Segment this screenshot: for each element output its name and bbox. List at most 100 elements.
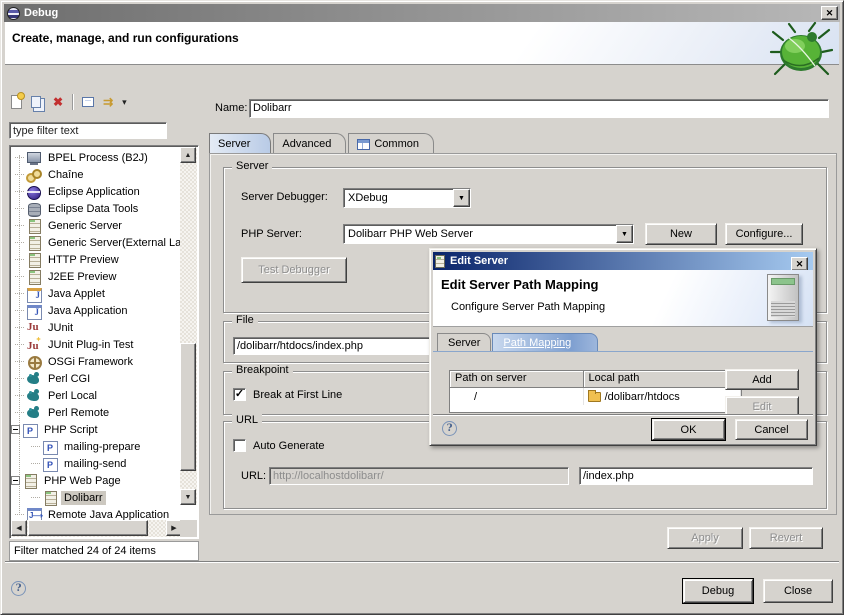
- tree-guide-line: [15, 225, 24, 226]
- url-label: URL:: [241, 470, 266, 482]
- column-header-path-on-server[interactable]: Path on server: [450, 371, 584, 388]
- scroll-up-arrow-icon[interactable]: ▲: [180, 147, 196, 163]
- name-input[interactable]: Dolibarr: [249, 99, 829, 118]
- launch-toolbar: [11, 93, 127, 111]
- tree-item-junit[interactable]: JUnit: [11, 319, 182, 336]
- tree-item-generic-server-external-la[interactable]: Generic Server(External La: [11, 234, 182, 251]
- tree-item-http-preview[interactable]: HTTP Preview: [11, 251, 182, 268]
- tree-guide-line: [15, 191, 24, 192]
- tree-item-label: Generic Server: [45, 219, 125, 233]
- php-icon: [42, 439, 58, 455]
- tab-advanced[interactable]: Advanced: [273, 133, 346, 154]
- tree-item-mailing-send[interactable]: mailing-send: [11, 455, 182, 472]
- configure-server-button[interactable]: Configure...: [725, 223, 803, 245]
- dialog-tabbar: Server Path Mapping: [433, 333, 813, 352]
- dialog-title: Edit Server: [450, 255, 508, 267]
- apply-button[interactable]: Apply: [667, 527, 743, 549]
- window-titlebar[interactable]: Debug ✕: [4, 4, 840, 22]
- tree-item-java-applet[interactable]: Java Applet: [11, 285, 182, 302]
- tab-common[interactable]: Common: [348, 133, 434, 154]
- tab-server[interactable]: Server: [209, 133, 271, 154]
- revert-button[interactable]: Revert: [749, 527, 823, 549]
- help-icon[interactable]: ?: [11, 581, 26, 596]
- dialog-tab-path-mapping[interactable]: Path Mapping: [492, 333, 598, 351]
- break-first-line-checkbox[interactable]: ✓: [233, 388, 246, 401]
- tree-item-php-web-page[interactable]: PHP Web Page: [11, 472, 182, 489]
- debug-button[interactable]: Debug: [683, 579, 753, 603]
- tree-item-dolibarr[interactable]: Dolibarr: [11, 489, 182, 506]
- dialog-close-button[interactable]: ✕: [791, 257, 808, 271]
- tree-vertical-scrollbar[interactable]: ▲ ▼: [180, 147, 197, 505]
- tree-item-osgi-framework[interactable]: OSGi Framework: [11, 353, 182, 370]
- new-launch-configuration-icon[interactable]: [11, 95, 22, 109]
- column-header-local-path[interactable]: Local path: [584, 371, 741, 388]
- add-mapping-button[interactable]: Add: [725, 369, 799, 390]
- dialog-help-icon[interactable]: ?: [442, 421, 457, 436]
- path-mapping-row[interactable]: //dolibarr/htdocs: [450, 388, 741, 405]
- tree-item-bpel-process-b2j-[interactable]: BPEL Process (B2J): [11, 149, 182, 166]
- collapse-expander-icon[interactable]: [11, 425, 20, 434]
- tree-guide-line: [15, 395, 24, 396]
- horizontal-scroll-thumb[interactable]: [28, 520, 148, 536]
- tree-item-j2ee-preview[interactable]: J2EE Preview: [11, 268, 182, 285]
- window-close-button[interactable]: ✕: [821, 6, 838, 20]
- dialog-titlebar[interactable]: Edit Server ✕: [433, 252, 813, 270]
- tree-item-cha-ne[interactable]: Chaîne: [11, 166, 182, 183]
- duplicate-launch-configuration-icon[interactable]: [31, 96, 41, 108]
- ok-button[interactable]: OK: [652, 419, 725, 440]
- collapse-all-icon[interactable]: [82, 97, 94, 107]
- tree-item-eclipse-application[interactable]: Eclipse Application: [11, 183, 182, 200]
- tree-guide-line: [15, 208, 24, 209]
- scroll-down-arrow-icon[interactable]: ▼: [180, 489, 196, 505]
- chevron-down-icon[interactable]: ▼: [616, 225, 633, 243]
- chevron-down-icon[interactable]: ▼: [453, 189, 470, 207]
- path-mapping-table[interactable]: Path on serverLocal path//dolibarr/htdoc…: [449, 370, 742, 413]
- dialog-tab-server[interactable]: Server: [437, 333, 491, 351]
- tree-item-perl-remote[interactable]: Perl Remote: [11, 404, 182, 421]
- delete-launch-configuration-icon[interactable]: [53, 95, 63, 109]
- server-debugger-label: Server Debugger:: [241, 191, 328, 203]
- cancel-button[interactable]: Cancel: [735, 419, 808, 440]
- vertical-scroll-thumb[interactable]: [180, 343, 196, 471]
- tree-item-label: Dolibarr: [61, 491, 106, 505]
- tree-item-java-application[interactable]: Java Application: [11, 302, 182, 319]
- tree-item-junit-plug-in-test[interactable]: JUnit Plug-in Test: [11, 336, 182, 353]
- tree-guide-line: [15, 412, 24, 413]
- close-button[interactable]: Close: [763, 579, 833, 603]
- server-icon: [42, 490, 58, 506]
- new-server-button[interactable]: New: [645, 223, 717, 245]
- filter-launch-configurations-icon[interactable]: [103, 95, 113, 109]
- tree-item-label: PHP Web Page: [41, 474, 124, 488]
- local-path-cell: /dolibarr/htdocs: [584, 388, 741, 405]
- type-filter-input[interactable]: type filter text: [9, 122, 167, 139]
- tree-item-eclipse-data-tools[interactable]: Eclipse Data Tools: [11, 200, 182, 217]
- filter-status-text: Filter matched 24 of 24 items: [14, 545, 156, 557]
- server-debugger-combo[interactable]: XDebug ▼: [343, 188, 471, 208]
- scroll-left-arrow-icon[interactable]: ◀: [11, 520, 27, 536]
- edit-server-dialog: Edit Server ✕ Edit Server Path Mapping C…: [429, 248, 817, 446]
- tree-item-label: BPEL Process (B2J): [45, 151, 151, 165]
- tree-item-perl-cgi[interactable]: Perl CGI: [11, 370, 182, 387]
- tree-item-label: Eclipse Application: [45, 185, 143, 199]
- toolbar-menu-caret-icon[interactable]: [122, 96, 127, 108]
- config-tree: BPEL Process (B2J)Chaîne Eclipse Applicat…: [11, 147, 182, 522]
- tree-guide-line: [31, 446, 40, 447]
- php-server-combo[interactable]: Dolibarr PHP Web Server ▼: [343, 224, 634, 244]
- tree-horizontal-scrollbar[interactable]: ◀ ▶: [11, 520, 182, 537]
- tree-item-label: Eclipse Data Tools: [45, 202, 141, 216]
- server-icon: [22, 473, 38, 489]
- tree-item-label: OSGi Framework: [45, 355, 136, 369]
- auto-generate-checkbox[interactable]: [233, 439, 246, 452]
- eclipse-icon: [26, 184, 42, 200]
- tree-guide-line: [31, 497, 40, 498]
- tree-item-label: mailing-send: [61, 457, 129, 471]
- tree-item-generic-server[interactable]: Generic Server: [11, 217, 182, 234]
- tree-item-mailing-prepare[interactable]: mailing-prepare: [11, 438, 182, 455]
- collapse-expander-icon[interactable]: [11, 476, 20, 485]
- url-path-input[interactable]: /index.php: [579, 467, 813, 485]
- tree-item-php-script[interactable]: PHP Script: [11, 421, 182, 438]
- config-tabbar: Server Advanced Common: [209, 133, 436, 154]
- test-debugger-button[interactable]: Test Debugger: [241, 257, 347, 283]
- base-url-field: http://localhostdolibarr/: [269, 467, 569, 485]
- tree-item-perl-local[interactable]: Perl Local: [11, 387, 182, 404]
